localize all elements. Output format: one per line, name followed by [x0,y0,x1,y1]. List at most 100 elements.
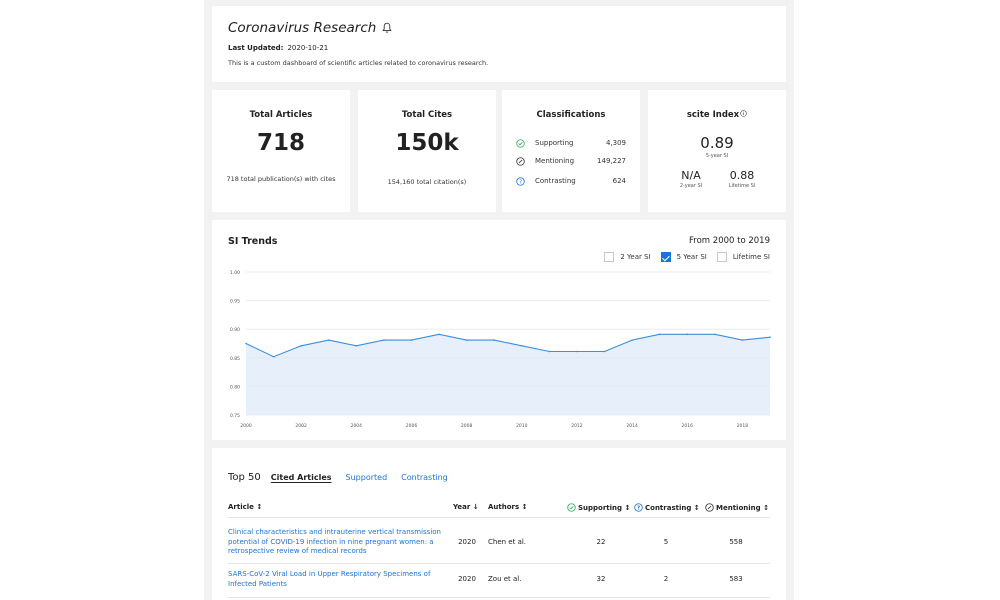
two-year-si-checkbox[interactable] [604,252,615,262]
scite-index-card: scite Index 0.89 5-year SI N/A 2-year SI… [648,90,786,212]
legend-lifetime-si[interactable]: Lifetime SI [716,252,770,262]
page-title: Coronavirus Research [228,20,377,36]
article-authors: Chen et al. [488,538,527,546]
x-tick-label: 2004 [351,423,363,429]
x-tick-label: 2010 [516,423,528,429]
five-year-si-value: 0.89 [700,134,734,152]
legend-two-year-si[interactable]: 2 Year SI [604,252,651,262]
x-tick-label: 2012 [571,423,583,429]
legend-label: Lifetime SI [732,253,770,261]
table-row: SARS-CoV-2 Viral Load in Upper Respirato… [228,564,770,598]
data-point [438,333,440,336]
last-updated: Last Updated: 2020-10-21 [228,44,328,52]
article-supporting: 22 [596,538,606,546]
header-mentioning-label: Mentioning ↕ [716,503,769,512]
tab-supported[interactable]: Supported [346,473,388,482]
table-header: Article ↕ Year ↓ Authors ↕ Supporting ↕ … [228,500,770,518]
two-year-si-value: N/A [681,169,701,182]
data-point [769,336,771,339]
legend-label: 2 Year SI [620,253,651,261]
top-articles-card: Top 50 Cited Articles Supported Contrast… [212,448,786,600]
classification-contrasting: ? Contrasting 624 [516,175,626,187]
classification-label: Mentioning [535,157,575,165]
data-point [245,342,247,345]
lifetime-si-checkbox[interactable] [716,252,727,262]
classification-value: 4,309 [605,139,626,147]
article-contrasting: 2 [663,575,669,583]
article-tabs: Top 50 Cited Articles Supported Contrast… [228,472,462,483]
total-articles-label: Total Articles [249,110,313,120]
classifications-label: Classifications [536,110,606,120]
dash-circle-icon [516,156,525,166]
si-trends-legend: 2 Year SI 5 Year SI Lifetime SI [594,252,770,262]
article-link[interactable]: Clinical characteristics and intrauterin… [228,528,443,557]
article-authors: Zou et al. [488,575,522,583]
data-point [576,350,578,353]
header-authors[interactable]: Authors ↕ [488,503,527,511]
lifetime-si-value: 0.88 [729,169,755,182]
total-articles-card: Total Articles 718 718 total publication… [212,90,350,212]
si-trends-title: SI Trends [228,236,278,247]
article-link[interactable]: SARS-CoV-2 Viral Load in Upper Respirato… [228,570,443,589]
data-point [355,344,358,347]
x-tick-label: 2006 [406,423,418,429]
dashboard-page: Coronavirus Research Last Updated: 2020-1… [204,0,794,600]
y-tick-label: 1.00 [230,270,240,276]
header-supporting-label: Supporting ↕ [578,503,631,512]
classification-value: 149,227 [597,157,626,165]
scite-index-header: scite Index [648,110,786,120]
y-tick-label: 0.75 [230,413,240,419]
bell-icon[interactable] [382,22,392,34]
data-point [272,355,275,358]
x-tick-label: 2018 [737,423,749,429]
five-year-si-checkbox[interactable] [660,252,671,262]
article-supporting: 32 [596,575,606,583]
two-year-si-label: 2-year SI [679,183,703,189]
svg-text:?: ? [637,505,640,511]
tab-cited-articles[interactable]: Cited Articles [271,473,332,482]
header-article[interactable]: Article ↕ [228,503,262,511]
header-year[interactable]: Year ↓ [453,503,479,511]
x-tick-label: 2000 [240,423,252,429]
total-articles-sub: 718 total publication(s) with cites [226,175,336,183]
scite-index-label: scite Index [686,110,740,120]
classification-mentioning: Mentioning 149,227 [516,155,626,167]
dash-circle-icon [705,503,714,512]
si-trends-card: 0.75 0.80 0.85 0.90 0.95 1.00 2000 2002 2004 2006… [212,220,786,440]
question-circle-icon: ? [516,176,525,186]
x-tick-label: 2008 [461,423,473,429]
total-cites-value: 150k [395,130,459,156]
last-updated-value: 2020-10-21 [287,44,329,52]
data-point [520,344,523,347]
data-point [631,339,633,341]
data-point [410,339,413,341]
classification-value: 624 [612,177,626,185]
info-icon[interactable] [740,110,747,117]
header-supporting[interactable]: Supporting ↕ [567,503,630,512]
legend-five-year-si[interactable]: 5 Year SI [660,252,707,262]
top-label: Top 50 [228,472,261,483]
dashboard-description: This is a custom dashboard of scientific… [228,59,489,67]
header-mentioning[interactable]: Mentioning ↕ [705,503,769,512]
data-point [741,339,744,341]
header-contrasting[interactable]: ? Contrasting ↕ [634,503,700,512]
dashboard-header: Coronavirus Research Last Updated: 2020-1… [212,6,786,82]
article-contrasting: 5 [663,538,669,546]
data-point [465,339,468,341]
check-circle-icon [567,503,576,512]
x-tick-label: 2014 [626,423,638,429]
article-mentioning: 558 [729,538,743,546]
question-circle-icon: ? [634,503,643,512]
total-cites-card: Total Cites 150k 154,160 total citation(… [358,90,496,212]
svg-text:?: ? [519,179,522,185]
article-year: 2020 [458,575,476,583]
data-point [300,344,302,347]
series-area [246,334,770,415]
tab-contrasting[interactable]: Contrasting [401,473,448,482]
y-tick-label: 0.95 [230,299,240,305]
classification-label: Contrasting [535,177,576,185]
data-point [493,339,496,341]
y-tick-label: 0.85 [230,356,240,362]
data-point [383,339,385,341]
data-point [327,339,330,341]
